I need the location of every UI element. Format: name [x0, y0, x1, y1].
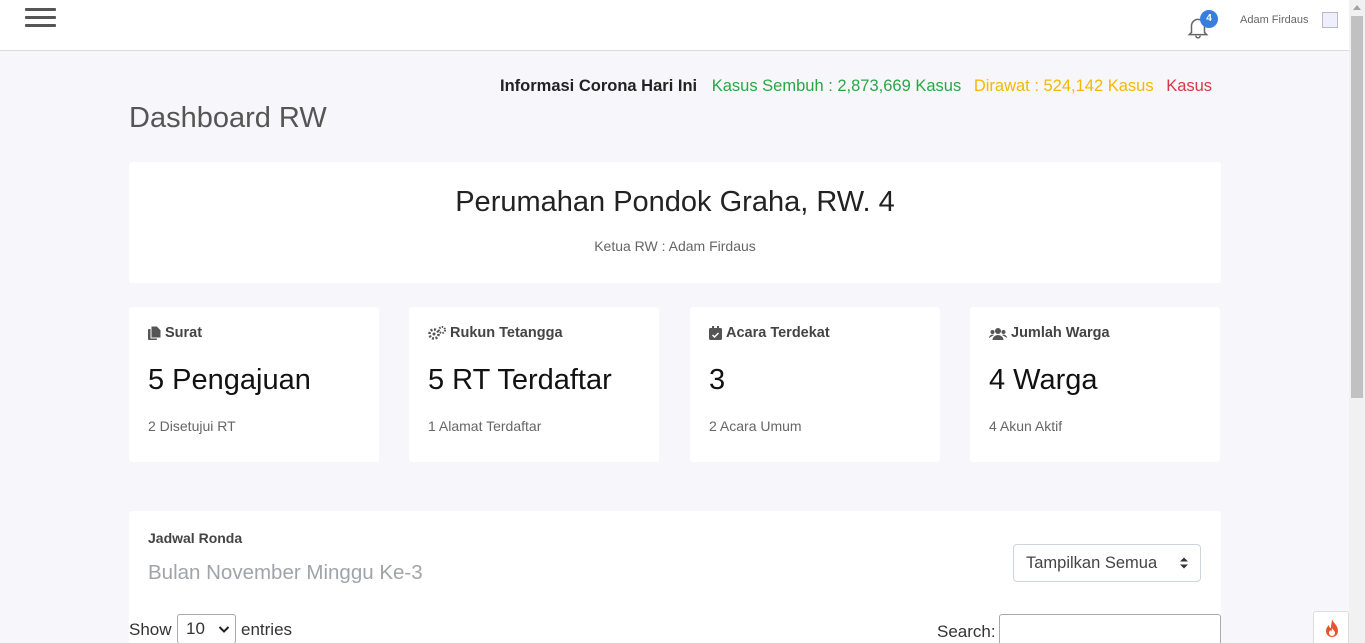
corona-info-marquee: Informasi Corona Hari Ini Kasus Sembuh :… [480, 74, 1222, 98]
ticker-label: Informasi Corona Hari Ini [500, 77, 698, 95]
panel-subtitle: Bulan November Minggu Ke-3 [148, 561, 423, 584]
scrollbar-thumb[interactable] [1351, 16, 1363, 398]
rw-name: Perumahan Pondok Graha, RW. 4 [455, 186, 895, 218]
search-label: Search: [937, 622, 996, 641]
rw-info-card: Perumahan Pondok Graha, RW. 4 Ketua RW :… [129, 162, 1221, 283]
card-title: Acara Terdekat [726, 325, 830, 341]
stat-card-acara-terdekat: Acara Terdekat 3 2 Acara Umum [690, 307, 940, 462]
ticker-meninggal: Kasus [1166, 77, 1213, 95]
users-icon [989, 327, 1007, 340]
panel-title: Jadwal Ronda [148, 530, 243, 546]
fire-icon-button[interactable] [1313, 611, 1349, 643]
stat-card-rukun-tetangga: Rukun Tetangga 5 RT Terdaftar 1 Alamat T… [409, 307, 659, 462]
top-navbar: 4 Adam Firdaus [0, 0, 1349, 51]
card-subtext: 2 Disetujui RT [148, 418, 236, 434]
menu-toggle-icon[interactable] [25, 8, 56, 30]
entries-value: 10 [186, 619, 205, 638]
card-value: 5 Pengajuan [148, 364, 311, 396]
schedule-filter-select[interactable]: Tampilkan Semua [1013, 544, 1201, 582]
search-input[interactable] [999, 614, 1221, 643]
entries-label: entries [241, 620, 293, 639]
page-scrollbar[interactable] [1349, 0, 1365, 643]
card-title: Jumlah Warga [1011, 325, 1110, 341]
avatar[interactable] [1322, 12, 1338, 28]
page-title: Dashboard RW [129, 102, 327, 134]
card-title: Rukun Tetangga [450, 325, 563, 341]
ticker-sembuh: Kasus Sembuh : 2,873,669 Kasus [711, 77, 962, 95]
card-subtext: 1 Alamat Terdaftar [428, 418, 542, 434]
sort-caret-icon [1180, 557, 1188, 569]
ticker-dirawat: Dirawat : 524,142 Kasus [973, 77, 1154, 95]
show-label: Show [129, 620, 172, 639]
stat-card-jumlah-warga: Jumlah Warga 4 Warga 4 Akun Aktif [970, 307, 1220, 462]
filter-value: Tampilkan Semua [1026, 554, 1158, 572]
card-value: 3 [709, 364, 726, 396]
notification-badge: 4 [1200, 10, 1218, 28]
calendar-check-icon [709, 326, 722, 340]
card-subtext: 2 Acara Umum [709, 418, 802, 434]
user-name[interactable]: Adam Firdaus [1240, 14, 1308, 26]
card-title: Surat [165, 325, 203, 341]
card-subtext: 4 Akun Aktif [989, 418, 1063, 434]
file-copy-icon [148, 326, 161, 340]
chevron-down-icon [218, 626, 230, 633]
scroll-up-arrow-icon[interactable] [1353, 5, 1361, 10]
fire-icon [1326, 619, 1338, 637]
stat-card-surat: Surat 5 Pengajuan 2 Disetujui RT [129, 307, 379, 462]
entries-select[interactable]: 10 [177, 614, 236, 643]
card-value: 5 RT Terdaftar [428, 364, 612, 396]
cogs-icon [428, 326, 446, 340]
rw-chief: Ketua RW : Adam Firdaus [594, 238, 756, 254]
card-value: 4 Warga [989, 364, 1098, 396]
